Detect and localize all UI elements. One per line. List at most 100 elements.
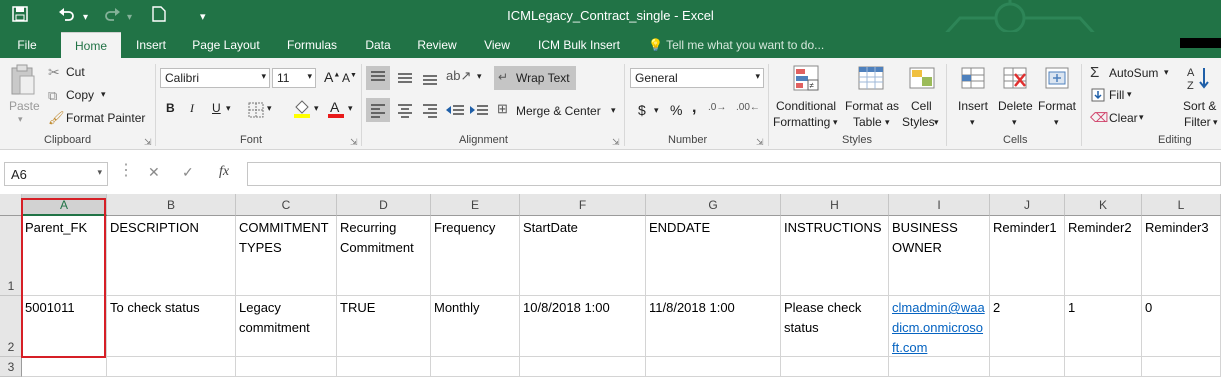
column-header-k[interactable]: K	[1065, 194, 1142, 216]
cell-c2[interactable]: Legacy commitment	[236, 296, 337, 357]
increase-indent-icon[interactable]	[468, 98, 490, 125]
tab-page-layout[interactable]: Page Layout	[184, 32, 268, 58]
cell-j1[interactable]: Reminder1	[990, 216, 1065, 296]
fill-button[interactable]: Fill	[1109, 88, 1124, 102]
format-as-table-button[interactable]: Format as	[845, 99, 899, 113]
column-header-e[interactable]: E	[431, 194, 520, 216]
tab-review[interactable]: Review	[410, 32, 464, 58]
column-header-h[interactable]: H	[781, 194, 889, 216]
column-header-c[interactable]: C	[236, 194, 337, 216]
cell-k2[interactable]: 1	[1065, 296, 1142, 357]
increase-font-icon[interactable]: A▲	[324, 69, 340, 85]
decrease-decimal-icon[interactable]: .00←	[736, 102, 760, 113]
tab-file[interactable]: File	[8, 32, 46, 58]
column-header-i[interactable]: I	[889, 194, 990, 216]
cell-l3[interactable]	[1142, 357, 1221, 377]
tab-insert[interactable]: Insert	[126, 32, 176, 58]
font-color-icon[interactable]: A	[326, 98, 346, 121]
column-header-j[interactable]: J	[990, 194, 1065, 216]
orientation-icon[interactable]: ab↗	[446, 68, 471, 84]
cell-k3[interactable]	[1065, 357, 1142, 377]
cell-j3[interactable]	[990, 357, 1065, 377]
font-color-dropdown-icon[interactable]: ▾	[348, 103, 353, 114]
tab-view[interactable]: View	[474, 32, 520, 58]
bottom-align-icon[interactable]	[418, 66, 442, 93]
format-painter-button[interactable]: Format Painter	[66, 111, 145, 125]
column-header-l[interactable]: L	[1142, 194, 1221, 216]
insert-function-button[interactable]: fx	[219, 164, 229, 180]
name-box[interactable]: A6 ▾	[4, 162, 108, 186]
cell-h3[interactable]	[781, 357, 889, 377]
currency-dropdown-icon[interactable]: ▾	[654, 105, 659, 116]
align-left-icon[interactable]	[366, 98, 390, 122]
cell-styles-button[interactable]: Cell	[911, 99, 932, 113]
fill-color-dropdown-icon[interactable]: ▾	[314, 103, 319, 114]
cut-button[interactable]: Cut	[66, 65, 85, 79]
copy-button[interactable]: Copy	[66, 88, 94, 102]
column-header-f[interactable]: F	[520, 194, 646, 216]
cell-b2[interactable]: To check status	[107, 296, 236, 357]
italic-button[interactable]: I	[190, 101, 194, 116]
row-header-3[interactable]: 3	[0, 357, 22, 377]
cell-l1[interactable]: Reminder3	[1142, 216, 1221, 296]
wrap-text-button[interactable]: ↵ Wrap Text	[494, 66, 576, 90]
select-all-button[interactable]	[0, 194, 22, 216]
middle-align-icon[interactable]	[393, 66, 417, 93]
cell-g2[interactable]: 11/8/2018 1:00	[646, 296, 781, 357]
font-size-select[interactable]: 11 ▾	[272, 68, 316, 88]
cell-f1[interactable]: StartDate	[520, 216, 646, 296]
cell-h1[interactable]: INSTRUCTIONS	[781, 216, 889, 296]
cell-d3[interactable]	[337, 357, 431, 377]
cell-e3[interactable]	[431, 357, 520, 377]
cell-b3[interactable]	[107, 357, 236, 377]
cell-i2[interactable]: clmadmin@waadicm.onmicrosoft.com	[889, 296, 990, 357]
column-header-d[interactable]: D	[337, 194, 431, 216]
cell-j2[interactable]: 2	[990, 296, 1065, 357]
delete-cells-button[interactable]: Delete	[998, 99, 1033, 113]
cell-a3[interactable]	[22, 357, 107, 377]
paste-icon[interactable]	[10, 64, 36, 99]
top-align-icon[interactable]	[366, 66, 390, 90]
decrease-font-icon[interactable]: A▼	[342, 71, 357, 85]
cell-d2[interactable]: TRUE	[337, 296, 431, 357]
currency-button[interactable]: $	[638, 102, 646, 118]
font-launcher-icon[interactable]: ⇲	[350, 137, 358, 148]
clear-button[interactable]: Clear	[1109, 111, 1138, 125]
cell-b1[interactable]: DESCRIPTION	[107, 216, 236, 296]
align-center-icon[interactable]	[393, 98, 417, 125]
increase-decimal-icon[interactable]: .0→	[708, 102, 726, 113]
underline-button[interactable]: U	[212, 101, 221, 115]
paste-button[interactable]: Paste	[9, 99, 40, 113]
cancel-icon[interactable]: ✕	[148, 164, 160, 181]
comma-button[interactable]: ,	[692, 99, 696, 117]
cell-f2[interactable]: 10/8/2018 1:00	[520, 296, 646, 357]
font-name-select[interactable]: Calibri ▾	[160, 68, 270, 88]
decrease-indent-icon[interactable]	[444, 98, 466, 125]
cell-h2[interactable]: Please check status	[781, 296, 889, 357]
formula-bar-splitter-icon[interactable]: ⋮	[118, 160, 134, 180]
cell-e2[interactable]: Monthly	[431, 296, 520, 357]
tell-me-search[interactable]: 💡 Tell me what you want to do...	[648, 32, 824, 58]
cell-i3[interactable]	[889, 357, 990, 377]
paste-dropdown-icon[interactable]: ▾	[18, 114, 23, 125]
column-header-b[interactable]: B	[107, 194, 236, 216]
conditional-formatting-button[interactable]: Conditional	[776, 99, 836, 113]
bold-button[interactable]: B	[166, 101, 175, 115]
cell-c1[interactable]: COMMITMENT TYPES	[236, 216, 337, 296]
cell-g1[interactable]: ENDDATE	[646, 216, 781, 296]
merge-dropdown-icon[interactable]: ▾	[611, 105, 616, 116]
copy-dropdown-icon[interactable]: ▾	[101, 89, 106, 100]
alignment-launcher-icon[interactable]: ⇲	[612, 137, 620, 148]
cell-f3[interactable]	[520, 357, 646, 377]
fill-dropdown-icon[interactable]: ▾	[1127, 89, 1132, 100]
clipboard-launcher-icon[interactable]: ⇲	[144, 137, 152, 148]
tab-icm-bulk-insert[interactable]: ICM Bulk Insert	[530, 32, 628, 58]
tab-formulas[interactable]: Formulas	[279, 32, 345, 58]
align-right-icon[interactable]	[418, 98, 442, 125]
autosum-dropdown-icon[interactable]: ▾	[1164, 67, 1169, 78]
clear-dropdown-icon[interactable]: ▾	[1139, 112, 1144, 123]
format-cells-button[interactable]: Format	[1038, 99, 1076, 113]
enter-icon[interactable]: ✓	[182, 164, 194, 181]
row-header-1[interactable]: 1	[0, 216, 22, 296]
tab-data[interactable]: Data	[356, 32, 400, 58]
